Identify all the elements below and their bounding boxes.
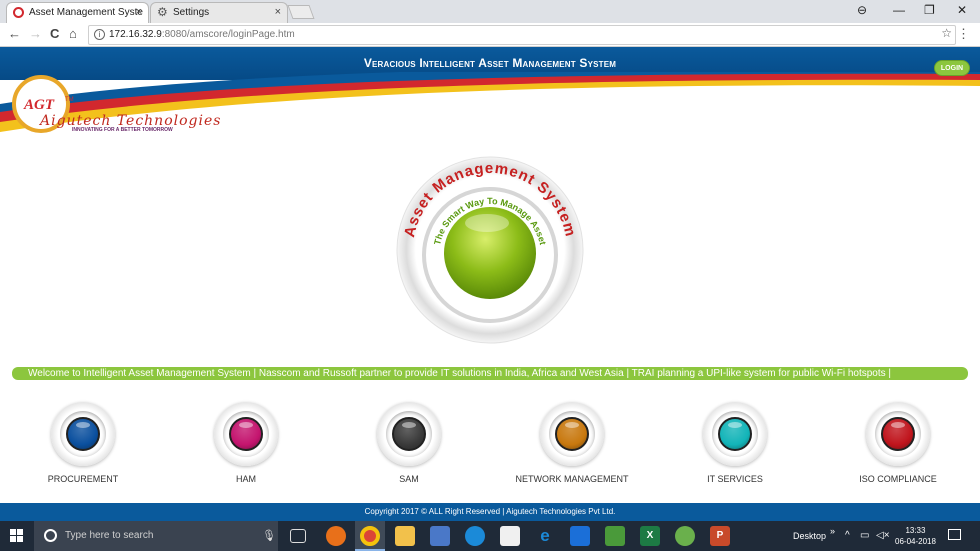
minimize-button[interactable]: — [893, 3, 905, 17]
procurement-orb-icon[interactable] [51, 402, 115, 466]
windows-start-icon[interactable] [10, 529, 24, 543]
firefox-icon[interactable] [326, 526, 346, 546]
tab-asset-management[interactable]: Asset Management Syste × [6, 2, 149, 23]
reload-button[interactable]: C [50, 26, 59, 41]
internet-explorer-icon[interactable]: e [535, 526, 555, 546]
volume-mute-icon[interactable]: ◁× [876, 530, 890, 541]
taskbar-search-placeholder: Type here to search [65, 530, 154, 541]
sam-orb-icon[interactable] [377, 402, 441, 466]
notepad-plus-icon[interactable] [605, 526, 625, 546]
logo-tagline: INNOVATING FOR A BETTER TOMORROW [72, 127, 173, 133]
powerpoint-icon[interactable]: P [710, 526, 730, 546]
logo-mark: AGT [24, 97, 54, 113]
action-center-icon[interactable] [948, 529, 961, 540]
company-logo[interactable]: AGT TM Aigutech Technologies INNOVATING … [10, 73, 240, 138]
home-button[interactable]: ⌂ [69, 26, 77, 41]
battery-icon[interactable]: ▭ [860, 530, 869, 541]
excel-icon[interactable]: X [640, 526, 660, 546]
close-tab-icon[interactable]: × [275, 6, 281, 18]
back-button[interactable]: ← [8, 26, 21, 41]
network-management-orb-icon[interactable] [540, 402, 604, 466]
new-tab-button[interactable] [287, 5, 315, 19]
profile-icon[interactable]: ⊖ [857, 3, 867, 17]
module-label: IT SERVICES [707, 474, 763, 484]
module-it-services[interactable]: IT SERVICES [660, 400, 810, 490]
login-button[interactable]: LOGIN [934, 60, 970, 76]
module-label: NETWORK MANAGEMENT [515, 474, 629, 484]
iso-compliance-orb-icon[interactable] [866, 402, 930, 466]
clock-time: 13:33 [905, 526, 926, 535]
module-label: SAM [399, 474, 419, 484]
spring-tool-icon[interactable] [675, 526, 695, 546]
desktop-toolbar-label[interactable]: Desktop [793, 531, 826, 541]
microphone-icon[interactable]: 🎙 [262, 529, 276, 542]
chrome-icon[interactable] [360, 526, 380, 546]
news-ticker: Welcome to Intelligent Asset Management … [12, 367, 968, 380]
clock-date: 06-04-2018 [895, 537, 936, 546]
module-label: PROCUREMENT [47, 474, 119, 484]
url-path: :8080/amscore/loginPage.htm [161, 29, 295, 40]
module-ham[interactable]: HAM [171, 400, 321, 490]
module-label: HAM [236, 474, 256, 484]
module-iso-compliance[interactable]: ISO COMPLIANCE [823, 400, 973, 490]
windows-taskbar: Type here to search 🎙 e X P Desktop » ^ … [0, 521, 980, 551]
show-hidden-icons-chevron-icon[interactable]: ^ [845, 530, 850, 541]
ams-emblem: Asset Management System The Smart Way To… [396, 156, 584, 344]
file-explorer-icon[interactable] [395, 526, 415, 546]
close-tab-icon[interactable]: × [136, 6, 142, 18]
mail-icon[interactable] [500, 526, 520, 546]
arrow-app-icon[interactable] [570, 526, 590, 546]
task-view-icon[interactable] [290, 529, 306, 543]
tab-settings[interactable]: ⚙ Settings × [150, 2, 288, 23]
page-footer: Copyright 2017 © ALL Right Reserved | Ai… [0, 503, 980, 521]
cortana-icon [44, 529, 57, 542]
close-window-button[interactable]: ✕ [957, 3, 967, 17]
module-network-management[interactable]: NETWORK MANAGEMENT [497, 400, 647, 490]
gear-icon: ⚙ [157, 5, 168, 19]
tab-title: Settings [173, 7, 210, 18]
restore-button[interactable]: ❐ [924, 3, 935, 17]
page-title: Veracious Intelligent Asset Management S… [363, 56, 617, 70]
tab-title: Asset Management Syste [29, 7, 143, 18]
browser-menu-icon[interactable]: ⋮ [957, 26, 970, 42]
browser-tab-strip: Asset Management Syste × ⚙ Settings × ⊖ … [0, 0, 980, 23]
toolbar-expand-icon[interactable]: » [830, 526, 835, 536]
module-procurement[interactable]: PROCUREMENT [8, 400, 158, 490]
taskbar-search-box[interactable]: Type here to search 🎙 [34, 521, 278, 551]
site-favicon-icon [13, 7, 24, 18]
browser-toolbar: ← → C ⌂ i 172.16.32.9:8080/amscore/login… [0, 23, 980, 47]
store-icon[interactable] [430, 526, 450, 546]
module-sam[interactable]: SAM [334, 400, 484, 490]
bookmark-star-icon[interactable]: ☆ [941, 26, 952, 40]
ham-orb-icon[interactable] [214, 402, 278, 466]
logo-trademark: TM [65, 97, 74, 103]
ticker-text: Welcome to Intelligent Asset Management … [28, 368, 891, 379]
site-info-icon[interactable]: i [94, 29, 105, 40]
forward-button[interactable]: → [29, 26, 42, 41]
url-host: 172.16.32.9 [109, 29, 162, 40]
it-services-orb-icon[interactable] [703, 402, 767, 466]
module-label: ISO COMPLIANCE [859, 474, 937, 484]
taskbar-clock[interactable]: 13:33 06-04-2018 [895, 525, 936, 547]
address-bar[interactable]: i 172.16.32.9:8080/amscore/loginPage.htm [88, 25, 956, 45]
edge-browser-icon[interactable] [465, 526, 485, 546]
